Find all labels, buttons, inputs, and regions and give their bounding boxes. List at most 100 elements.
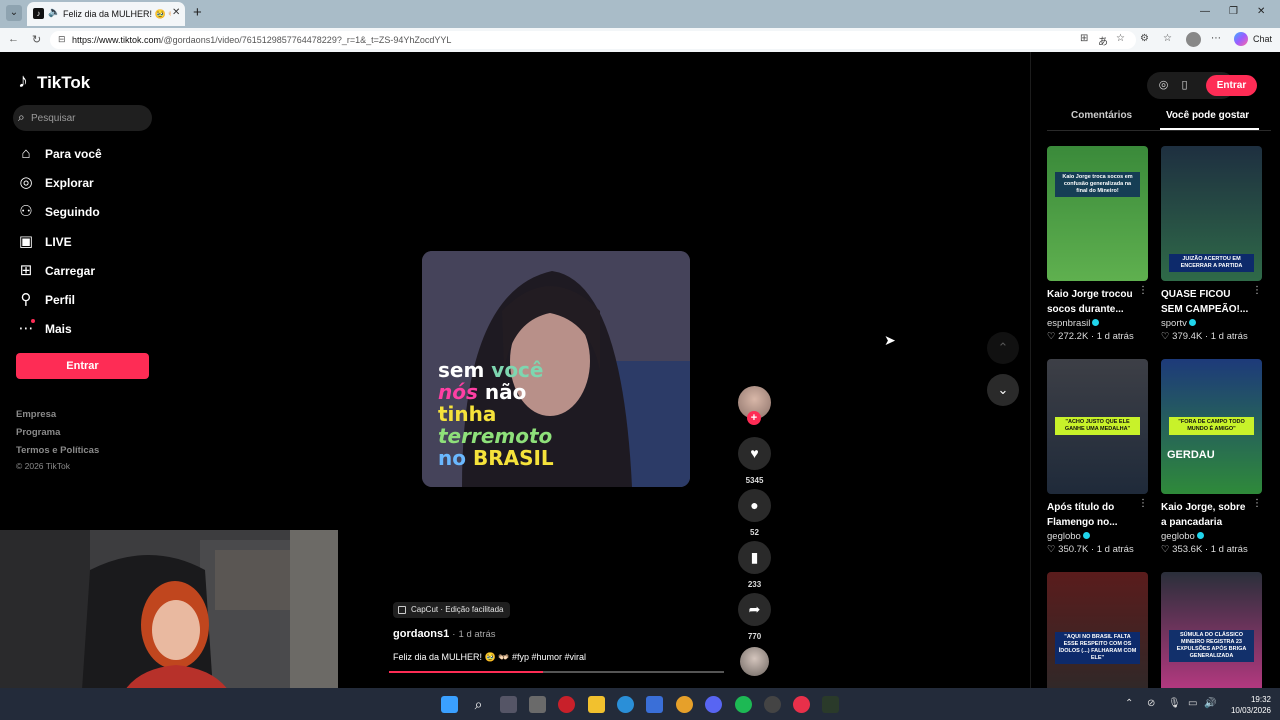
url-field[interactable]: ⊟ https://www.tiktok.com/@gordaons1/vide… — [50, 31, 1136, 49]
more-options-icon[interactable]: ⋮ — [1138, 285, 1148, 296]
app-icon-1[interactable] — [529, 696, 546, 713]
more-options-icon[interactable]: ⋮ — [1252, 498, 1262, 509]
video-card[interactable]: "ACHO JUSTO QUE ELE GANHE UMA MEDALHA" A… — [1047, 359, 1148, 555]
tab-comments[interactable]: Comentários — [1071, 110, 1132, 121]
more-menu-icon[interactable]: ⋯ — [1211, 33, 1221, 44]
search-icon[interactable]: ⌕ — [470, 696, 487, 713]
video-thumbnail[interactable]: "AQUI NO BRASIL FALTA ESSE RESPEITO COM … — [1047, 572, 1148, 688]
video-thumbnail[interactable]: SÚMULA DO CLÁSSICO MINEIRO REGISTRA 23 E… — [1161, 572, 1262, 688]
footer-link-termos[interactable]: Termos e Políticas — [16, 445, 99, 456]
favorites-icon[interactable]: ☆ — [1163, 33, 1172, 44]
video-thumbnail[interactable]: "FORA DE CAMPO TODO MUNDO É AMIGO" GERDA… — [1161, 359, 1262, 494]
search-icon[interactable]: ⌕ — [18, 110, 25, 125]
tab-actions-icon[interactable]: ⌄ — [6, 5, 22, 21]
video-progress-bar[interactable] — [389, 671, 724, 673]
username-link[interactable]: gordaons1 — [393, 628, 449, 640]
capcut-badge[interactable]: CapCut · Edição facilitada — [393, 602, 510, 618]
video-card[interactable]: "FORA DE CAMPO TODO MUNDO É AMIGO" GERDA… — [1161, 359, 1262, 555]
previous-video-button[interactable]: ⌃ — [987, 332, 1019, 364]
display-icon[interactable]: ▭ — [1188, 698, 1197, 709]
opera-icon[interactable] — [793, 696, 810, 713]
tab-active-underline — [1160, 128, 1259, 130]
video-card[interactable]: SÚMULA DO CLÁSSICO MINEIRO REGISTRA 23 E… — [1161, 572, 1262, 688]
task-view-icon[interactable] — [500, 696, 517, 713]
favorite-star-icon[interactable]: ☆ — [1116, 33, 1125, 44]
login-button[interactable]: Entrar — [16, 353, 149, 379]
file-explorer-icon[interactable] — [588, 696, 605, 713]
tray-chevron-icon[interactable]: ⌃ — [1125, 698, 1133, 709]
phone-icon[interactable]: ▯ — [1177, 78, 1192, 93]
caption-word: não — [484, 380, 527, 404]
login-button-top[interactable]: Entrar — [1206, 75, 1257, 96]
store-icon[interactable] — [646, 696, 663, 713]
sidebar-item-seguindo[interactable]: ⚇ Seguindo — [17, 202, 157, 224]
video-card[interactable]: Kaio Jorge troca socos em confusão gener… — [1047, 146, 1148, 342]
refresh-icon[interactable]: ↻ — [32, 33, 41, 46]
tab-recommended[interactable]: Você pode gostar — [1166, 110, 1249, 121]
sidebar-item-live[interactable]: ▣ LIVE — [17, 232, 157, 254]
more-options-icon[interactable]: ⋮ — [1252, 285, 1262, 296]
channel-name[interactable]: geglobo — [1161, 531, 1195, 542]
close-tab-icon[interactable]: ✕ — [172, 7, 180, 18]
more-options-icon[interactable]: ⋮ — [1138, 498, 1148, 509]
edge-icon[interactable] — [617, 696, 634, 713]
close-window-icon[interactable]: ✕ — [1257, 6, 1265, 17]
obs-icon[interactable] — [764, 696, 781, 713]
heart-icon[interactable]: ♥ — [738, 437, 771, 470]
sidebar-item-perfil[interactable]: ⚲ Perfil — [17, 290, 157, 312]
comment-icon[interactable]: ● — [738, 489, 771, 522]
channel-name[interactable]: espnbrasil — [1047, 318, 1090, 329]
search-input[interactable] — [31, 110, 146, 126]
next-video-button[interactable]: ⌄ — [987, 374, 1019, 406]
volume-icon[interactable]: 🔊 — [1204, 698, 1216, 709]
next-video-avatar[interactable] — [740, 647, 769, 676]
compass-share-icon[interactable]: ◎ — [1156, 78, 1171, 93]
sidebar-item-carregar[interactable]: ⊞ Carregar — [17, 261, 157, 283]
video-thumbnail[interactable]: JUIZÃO ACERTOU EM ENCERRAR A PARTIDA — [1161, 146, 1262, 281]
footer-link-programa[interactable]: Programa — [16, 427, 60, 438]
follow-plus-button[interactable]: + — [747, 411, 761, 425]
discord-icon[interactable] — [705, 696, 722, 713]
restore-icon[interactable]: ❐ — [1229, 6, 1238, 17]
sidebar-item-explorar[interactable]: ◎ Explorar — [17, 173, 157, 195]
app-icon-3[interactable] — [822, 696, 839, 713]
save-count: 233 — [747, 580, 762, 589]
video-title[interactable]: Kaio Jorge trocou socos durante... — [1047, 287, 1135, 317]
network-muted-icon[interactable]: ⊘ — [1147, 698, 1155, 709]
back-icon[interactable]: ← — [8, 33, 19, 45]
site-info-icon[interactable]: ⊟ — [58, 34, 66, 45]
video-card[interactable]: "AQUI NO BRASIL FALTA ESSE RESPEITO COM … — [1047, 572, 1148, 688]
apps-icon[interactable]: ⊞ — [1080, 33, 1088, 44]
app-icon-2[interactable] — [558, 696, 575, 713]
video-card[interactable]: JUIZÃO ACERTOU EM ENCERRAR A PARTIDA QUA… — [1161, 146, 1262, 342]
spotify-icon[interactable] — [735, 696, 752, 713]
footer-link-empresa[interactable]: Empresa — [16, 409, 56, 420]
bookmark-icon[interactable]: ▮ — [738, 541, 771, 574]
sidebar-item-mais[interactable]: ⋯ Mais — [17, 319, 157, 341]
channel-name[interactable]: geglobo — [1047, 531, 1081, 542]
caption-word: você — [491, 358, 544, 382]
new-tab-icon[interactable]: + — [193, 4, 202, 21]
speaker-icon[interactable]: 🔈 — [48, 7, 60, 18]
browser-tab-active[interactable]: ♪ 🔈 Feliz dia da MULHER! 🥹 👐🏻 #fy ✕ — [27, 2, 185, 26]
video-player[interactable]: sem você nós não tinha terremoto no BRAS… — [422, 251, 690, 487]
sidebar-item-para-voce[interactable]: ⌂ Para você — [17, 144, 157, 166]
channel-name[interactable]: sportv — [1161, 318, 1187, 329]
video-title[interactable]: Kaio Jorge, sobre a pancadaria nos... — [1161, 500, 1249, 530]
share-icon[interactable]: ➦ — [738, 593, 771, 626]
minimize-icon[interactable]: — — [1200, 6, 1210, 17]
verified-badge-icon — [1196, 532, 1204, 539]
start-icon[interactable] — [441, 696, 458, 713]
chat-button[interactable]: Chat — [1253, 34, 1272, 44]
extensions-icon[interactable]: ⚙ — [1140, 33, 1149, 44]
copilot-icon[interactable] — [1234, 32, 1248, 46]
chrome-icon[interactable] — [676, 696, 693, 713]
video-thumbnail[interactable]: "ACHO JUSTO QUE ELE GANHE UMA MEDALHA" — [1047, 359, 1148, 494]
profile-avatar[interactable] — [1186, 32, 1201, 47]
video-title[interactable]: QUASE FICOU SEM CAMPEÃO!... — [1161, 287, 1249, 317]
video-thumbnail[interactable]: Kaio Jorge troca socos em confusão gener… — [1047, 146, 1148, 281]
video-title[interactable]: Após título do Flamengo no... — [1047, 500, 1135, 530]
system-clock[interactable]: 19:32 10/03/2026 — [1221, 694, 1271, 716]
microphone-icon[interactable]: 🎙 — [1168, 698, 1181, 709]
translate-icon[interactable]: あ — [1098, 33, 1108, 48]
